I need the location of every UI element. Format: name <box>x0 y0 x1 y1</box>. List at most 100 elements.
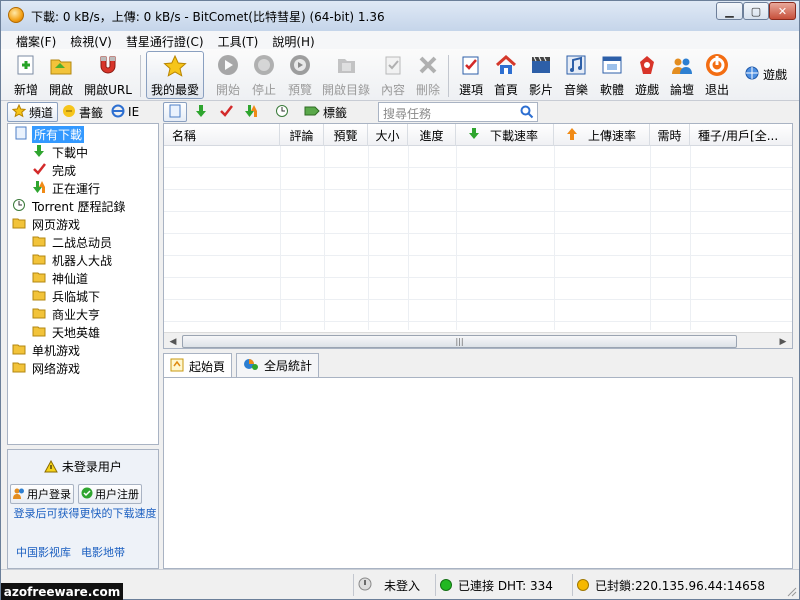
menu-tools[interactable]: 工具(T) <box>211 31 266 49</box>
category-tree: 所有下載 下載中 完成 正在運行 Torrent 歷程記錄 网页游戏 二战总动员… <box>7 123 159 445</box>
column-download-rate[interactable]: 下載速率 <box>456 124 554 146</box>
tree-item-game[interactable]: 机器人大战 <box>32 251 114 269</box>
forum-button[interactable]: 論壇 <box>667 51 697 99</box>
page-icon <box>169 104 181 121</box>
toolbar-separator <box>140 55 141 97</box>
grid-line <box>690 146 691 330</box>
tab-channel[interactable]: 頻道 <box>7 102 59 122</box>
tree-item-game[interactable]: 天地英雄 <box>32 323 102 341</box>
menu-comet-pass[interactable]: 彗星通行證(C) <box>119 31 211 49</box>
new-button[interactable]: 新增 <box>11 51 41 99</box>
start-page-view <box>163 377 793 569</box>
software-window-icon <box>600 53 624 77</box>
menu-file[interactable]: 檔案(F) <box>9 31 63 49</box>
tree-item-net-games[interactable]: 网络游戏 <box>12 359 82 377</box>
link-movie-zone[interactable]: 电影地带 <box>81 544 125 560</box>
tree-item-downloading[interactable]: 下載中 <box>32 143 90 161</box>
minimize-button[interactable]: ▁ <box>716 2 743 20</box>
tree-item-web-games[interactable]: 网页游戏 <box>12 215 82 233</box>
options-button[interactable]: 選項 <box>456 51 486 99</box>
history-filter[interactable] <box>271 102 293 122</box>
tree-item-all-downloads[interactable]: 所有下載 <box>14 125 85 143</box>
folder-star-icon <box>12 216 26 233</box>
search-icon[interactable] <box>520 105 534 119</box>
open-button[interactable]: 開啟 <box>46 51 76 99</box>
column-name[interactable]: 名稱 <box>164 124 280 146</box>
column-progress[interactable]: 進度 <box>408 124 456 146</box>
title-bar: 下載: 0 kB/s，上傳: 0 kB/s - BitComet(比特彗星) (… <box>1 1 799 31</box>
games-button[interactable]: 遊戲 <box>632 51 662 99</box>
completed-filter[interactable] <box>215 102 237 122</box>
user-login-button[interactable]: 用户登录 <box>10 484 74 504</box>
tree-item-single-games[interactable]: 单机游戏 <box>12 341 82 359</box>
table-row <box>164 234 792 256</box>
all-tasks-filter[interactable] <box>163 102 187 122</box>
tab-bookmarks[interactable]: 書籤 <box>58 102 107 122</box>
horizontal-scrollbar[interactable]: ◀ ||| ▶ <box>164 332 792 348</box>
stats-icon <box>243 357 259 374</box>
open-directory-button[interactable]: 開啟目錄 <box>320 51 372 99</box>
scroll-right-arrow-icon[interactable]: ▶ <box>775 334 791 348</box>
running-filter[interactable] <box>240 102 262 122</box>
left-tabs: 頻道 書籤 IE <box>7 101 159 123</box>
column-seeds-peers[interactable]: 種子/用戶[全... <box>690 124 792 146</box>
login-note[interactable]: 登录后可获得更快的下载速度 <box>12 506 158 521</box>
column-size[interactable]: 大小 <box>368 124 408 146</box>
downloading-filter[interactable] <box>190 102 212 122</box>
tab-start-page[interactable]: 起始頁 <box>163 353 233 378</box>
user-status-icon <box>358 577 372 594</box>
tab-global-stats[interactable]: 全局統計 <box>236 353 320 377</box>
column-preview[interactable]: 預覽 <box>324 124 368 146</box>
task-search-input[interactable]: 搜尋任務 <box>378 102 538 122</box>
menu-help[interactable]: 說明(H) <box>265 31 321 49</box>
table-row <box>164 146 792 168</box>
start-button[interactable]: 開始 <box>212 51 244 99</box>
grid-line <box>324 146 325 330</box>
folder-star-icon <box>32 306 46 323</box>
scroll-left-arrow-icon[interactable]: ◀ <box>165 334 181 348</box>
music-button[interactable]: 音樂 <box>561 51 591 99</box>
folder-star-icon <box>32 252 46 269</box>
tree-item-torrent-history[interactable]: Torrent 歷程記錄 <box>12 197 128 215</box>
tree-item-game[interactable]: 兵临城下 <box>32 287 102 305</box>
favorites-button[interactable]: 我的最愛 <box>146 51 204 99</box>
tree-item-game[interactable]: 神仙道 <box>32 269 90 287</box>
folder-open-icon <box>49 53 73 77</box>
content-button[interactable]: 內容 <box>378 51 408 99</box>
video-button[interactable]: 影片 <box>526 51 556 99</box>
login-status-cell[interactable]: 未登入 <box>353 574 433 596</box>
maximize-button[interactable]: ▢ <box>743 2 769 20</box>
menu-view[interactable]: 檢視(V) <box>63 31 119 49</box>
link-china-film[interactable]: 中国影视库 <box>16 544 71 560</box>
tree-item-game[interactable]: 商业大亨 <box>32 305 102 323</box>
user-register-button[interactable]: 用户注册 <box>78 484 142 504</box>
tree-item-running[interactable]: 正在運行 <box>32 179 102 197</box>
exit-button[interactable]: 退出 <box>702 51 732 99</box>
resize-grip-icon[interactable] <box>785 585 797 597</box>
preview-button[interactable]: 預覽 <box>284 51 316 99</box>
tags-button[interactable]: 標籤 <box>304 102 347 122</box>
software-button[interactable]: 軟體 <box>597 51 627 99</box>
checkmark-icon <box>32 162 46 179</box>
game-search-link[interactable]: 遊戲 <box>745 63 795 85</box>
history-clock-icon <box>275 104 289 121</box>
tab-ie[interactable]: IE <box>107 102 143 122</box>
grid-line <box>368 146 369 330</box>
maximize-icon: ▢ <box>750 4 762 18</box>
stop-button[interactable]: 停止 <box>248 51 280 99</box>
bitcomet-logo-icon[interactable] <box>8 7 24 23</box>
column-upload-rate[interactable]: 上傳速率 <box>554 124 650 146</box>
dht-status-cell[interactable]: 已連接 DHT: 334 <box>435 574 570 596</box>
close-button[interactable]: ✕ <box>769 2 796 20</box>
scrollbar-thumb[interactable]: ||| <box>182 335 737 348</box>
column-time-left[interactable]: 需時 <box>650 124 690 146</box>
ie-icon <box>111 104 125 121</box>
port-status-cell[interactable]: 已封鎖:220.135.96.44:14658 <box>572 574 784 596</box>
watermark: azofreeware.com <box>1 583 123 600</box>
delete-button[interactable]: 刪除 <box>413 51 443 99</box>
open-url-button[interactable]: 開啟URL <box>83 51 133 99</box>
home-button[interactable]: 首頁 <box>491 51 521 99</box>
column-comments[interactable]: 評論 <box>280 124 324 146</box>
tree-item-game[interactable]: 二战总动员 <box>32 233 114 251</box>
tree-item-completed[interactable]: 完成 <box>32 161 78 179</box>
